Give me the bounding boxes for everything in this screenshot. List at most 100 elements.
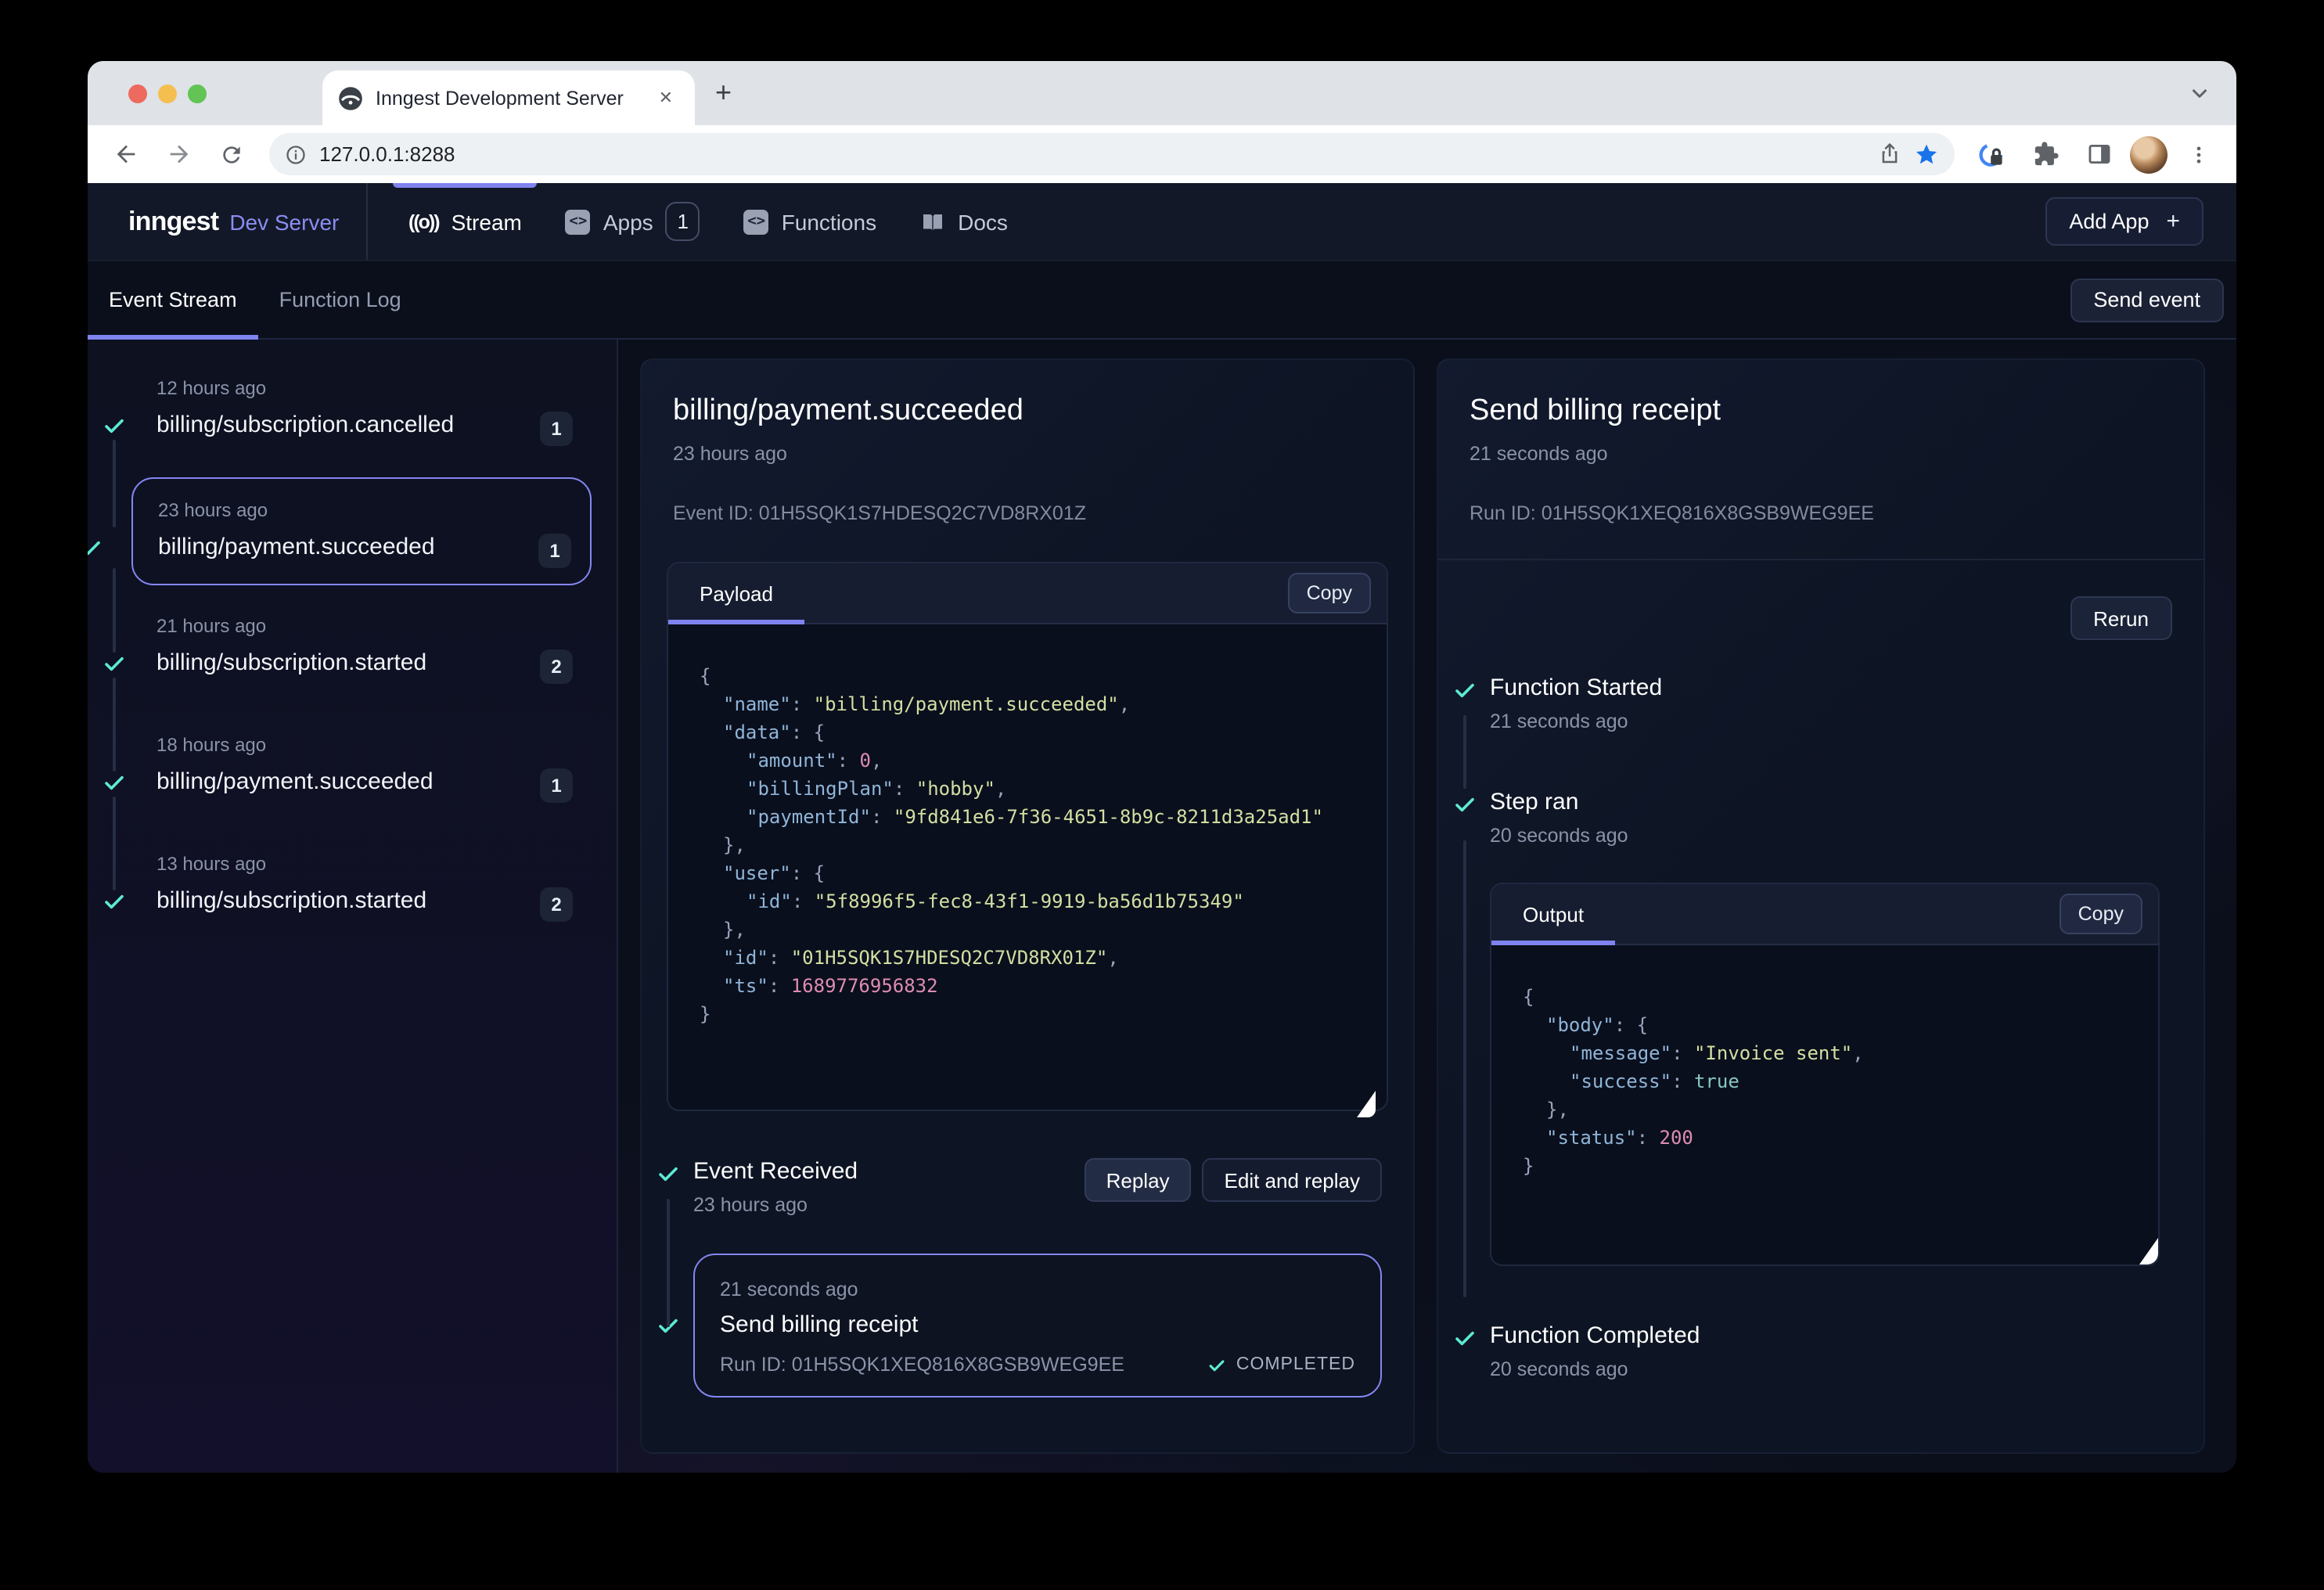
run-time: 21 seconds ago — [720, 1279, 1355, 1300]
logo-block: inngest Dev Server — [88, 183, 368, 260]
inngest-logo: inngest — [128, 206, 218, 237]
payload-header: Payload Copy — [668, 563, 1387, 624]
add-app-button[interactable]: Add App + — [2045, 197, 2203, 246]
step-title: Function Completed — [1490, 1322, 2172, 1349]
nav-item-label: Stream — [451, 209, 522, 234]
privacy-lock-extension-icon[interactable] — [1970, 132, 2014, 176]
forward-button[interactable] — [156, 132, 200, 176]
nav-item-apps[interactable]: <> Apps 1 — [566, 183, 700, 260]
event-name: billing/payment.succeeded — [158, 532, 590, 563]
output-tab[interactable]: Output — [1491, 884, 1615, 944]
event-name: billing/subscription.cancelled — [156, 410, 592, 441]
run-id: Run ID: 01H5SQK1XEQ816X8GSB9WEG9EE — [720, 1354, 1124, 1376]
tab-function-log[interactable]: Function Log — [258, 261, 423, 338]
event-count-badge: 2 — [540, 649, 573, 684]
close-traffic-light[interactable] — [128, 85, 147, 103]
timeline-connector — [1463, 840, 1466, 1297]
copy-output-button[interactable]: Copy — [2060, 894, 2142, 934]
step-title: Function Started — [1490, 674, 2172, 701]
reload-button[interactable] — [210, 132, 254, 176]
payload-box: Payload Copy {"name": "billing/payment.s… — [667, 562, 1388, 1111]
bookmark-star-icon[interactable] — [1914, 142, 1939, 167]
step-title: Step ran — [1490, 789, 2172, 815]
back-button[interactable] — [103, 132, 147, 176]
check-icon — [103, 772, 125, 793]
tab-label: Event Stream — [109, 288, 237, 311]
event-name: billing/subscription.started — [156, 886, 592, 917]
payload-tab[interactable]: Payload — [668, 563, 804, 623]
replay-button[interactable]: Replay — [1085, 1158, 1192, 1202]
timeline-connector — [113, 440, 116, 527]
function-run-card[interactable]: 21 seconds ago Send billing receipt Run … — [693, 1254, 1382, 1398]
nav-item-label: Functions — [782, 209, 876, 234]
tab-event-stream[interactable]: Event Stream — [88, 261, 258, 338]
divider — [1438, 559, 2203, 560]
step-time: 23 hours ago — [693, 1194, 858, 1216]
browser-window: Inngest Development Server ✕ + — [88, 61, 2236, 1473]
check-icon — [1454, 793, 1476, 815]
step-step-ran: Step ran 20 seconds ago Output Copy — [1454, 789, 2172, 1266]
check-icon — [103, 653, 125, 674]
selected-event-ring[interactable]: 23 hours ago billing/payment.succeeded 1 — [131, 477, 592, 585]
timeline-connector — [113, 568, 116, 653]
minimize-traffic-light[interactable] — [158, 85, 177, 103]
nav-item-label: Apps — [603, 209, 653, 234]
check-icon — [88, 537, 102, 559]
nav-item-docs[interactable]: Docs — [920, 183, 1008, 260]
event-time: 18 hours ago — [156, 734, 592, 757]
send-event-button[interactable]: Send event — [2070, 278, 2224, 322]
browser-toolbar: 127.0.0.1:8288 — [88, 125, 2236, 183]
check-icon — [1454, 1327, 1476, 1349]
nav-item-stream[interactable]: ((o)) Stream — [408, 183, 522, 260]
side-panel-icon[interactable] — [2077, 132, 2121, 176]
detail-panels: billing/payment.succeeded 23 hours ago E… — [618, 340, 2236, 1473]
nav-item-functions[interactable]: <> Functions — [744, 183, 876, 260]
event-list-item-selected[interactable]: 23 hours ago billing/payment.succeeded 1 — [158, 499, 590, 563]
inngest-app: inngest Dev Server ((o)) Stream <> Apps … — [88, 183, 2236, 1473]
browser-tabstrip: Inngest Development Server ✕ + — [88, 61, 2236, 125]
event-list-item[interactable]: 21 hours ago billing/subscription.starte… — [156, 615, 592, 679]
step-function-started: Function Started 21 seconds ago — [1454, 674, 2172, 732]
output-header: Output Copy — [1491, 884, 2158, 945]
extensions-puzzle-icon[interactable] — [2024, 132, 2067, 176]
output-code[interactable]: {"body": {"message": "Invoice sent","suc… — [1491, 945, 2158, 1264]
step-gutter — [1454, 789, 1490, 1266]
run-status-label: COMPLETED — [1236, 1355, 1355, 1374]
screen: Inngest Development Server ✕ + — [0, 0, 2324, 1590]
event-list-item[interactable]: 12 hours ago billing/subscription.cancel… — [156, 377, 592, 441]
event-id: Event ID: 01H5SQK1S7HDESQ2C7VD8RX01Z — [673, 502, 1382, 524]
dev-server-label: Dev Server — [229, 209, 339, 234]
run-detail-card: Send billing receipt 21 seconds ago Run … — [1437, 358, 2205, 1454]
run-name: Send billing receipt — [720, 1311, 1355, 1338]
tab-close-icon[interactable]: ✕ — [653, 85, 679, 111]
check-icon — [103, 415, 125, 437]
timeline-connector — [1463, 715, 1466, 789]
timeline-connector — [667, 1199, 670, 1327]
event-time: 21 hours ago — [156, 615, 592, 639]
url-text[interactable]: 127.0.0.1:8288 — [319, 142, 1865, 166]
zoom-traffic-light[interactable] — [188, 85, 207, 103]
timeline-connector — [113, 797, 116, 890]
event-name: billing/payment.succeeded — [156, 767, 592, 798]
step-function-run: 21 seconds ago Send billing receipt Run … — [657, 1254, 1382, 1398]
event-list-item[interactable]: 13 hours ago billing/subscription.starte… — [156, 853, 592, 917]
check-icon — [657, 1163, 679, 1185]
browser-menu-icon[interactable] — [2177, 132, 2221, 176]
payload-code[interactable]: {"name": "billing/payment.succeeded","da… — [668, 624, 1387, 1110]
stream-icon: ((o)) — [408, 210, 439, 232]
share-icon[interactable] — [1878, 142, 1901, 166]
edit-and-replay-button[interactable]: Edit and replay — [1203, 1158, 1382, 1202]
url-bar[interactable]: 127.0.0.1:8288 — [269, 133, 1955, 175]
apps-count-badge: 1 — [666, 202, 700, 241]
event-list-item[interactable]: 18 hours ago billing/payment.succeeded 1 — [156, 734, 592, 798]
event-timeline: Event Received 23 hours ago Replay Edit … — [657, 1158, 1382, 1398]
site-info-icon[interactable] — [285, 143, 307, 165]
apps-icon: <> — [566, 209, 591, 234]
profile-avatar[interactable] — [2130, 135, 2168, 173]
new-tab-button[interactable]: + — [715, 78, 732, 106]
tab-search-chevron-icon[interactable] — [2188, 81, 2211, 105]
copy-payload-button[interactable]: Copy — [1288, 573, 1371, 613]
rerun-button[interactable]: Rerun — [2070, 596, 2172, 640]
browser-tab[interactable]: Inngest Development Server ✕ — [322, 70, 695, 125]
event-count-badge: 1 — [540, 768, 573, 803]
